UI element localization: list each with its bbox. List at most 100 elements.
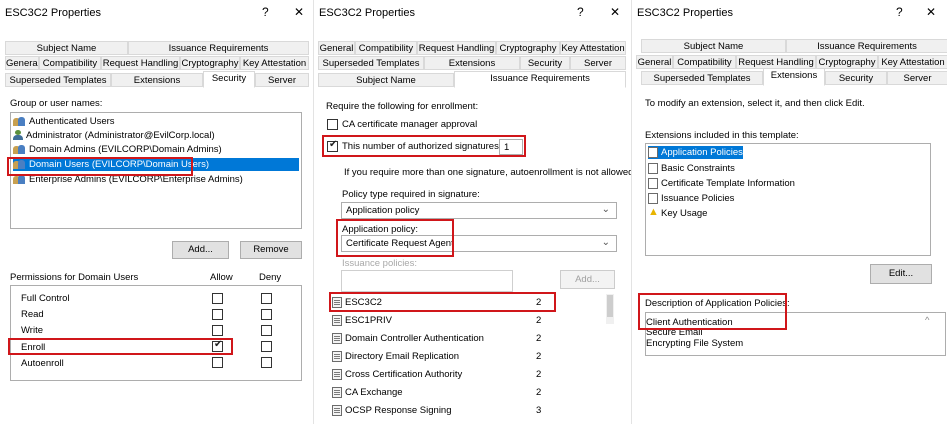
template-item[interactable]: Directory Email Replication — [332, 350, 459, 363]
checkmark-icon: ✔ — [329, 139, 338, 150]
policy-type-select[interactable]: Application policy ⌄ — [341, 202, 617, 219]
deny-checkbox[interactable] — [261, 357, 272, 368]
deny-checkbox[interactable] — [261, 325, 272, 336]
extension-item-selected[interactable]: Application Policies — [648, 146, 743, 159]
help-button[interactable]: ? — [577, 5, 584, 19]
scrollbar-thumb[interactable] — [607, 295, 613, 317]
close-button[interactable]: ✕ — [926, 5, 936, 19]
allow-checkbox[interactable] — [212, 309, 223, 320]
dialog-title: ESC3C2 Properties — [5, 7, 101, 19]
template-item[interactable]: CA Exchange — [332, 386, 403, 399]
scroll-up-icon[interactable]: ^ — [925, 315, 929, 326]
template-icon — [332, 404, 342, 416]
tab-cryptography[interactable]: Cryptography — [816, 55, 878, 69]
tab-key-attestation[interactable]: Key Attestation — [560, 41, 626, 55]
principal-item[interactable]: Domain Admins (EVILCORP\Domain Admins) — [13, 143, 222, 156]
template-item[interactable]: ESC1PRIV — [332, 314, 392, 327]
tab-server[interactable]: Server — [570, 56, 626, 70]
tab-subject-name[interactable]: Subject Name — [5, 41, 128, 55]
principal-item[interactable]: Authenticated Users — [13, 115, 115, 128]
templates-scrollbar[interactable] — [606, 294, 614, 324]
tab-general[interactable]: General — [318, 41, 355, 55]
dialog-title: ESC3C2 Properties — [319, 7, 415, 19]
application-policy-select[interactable]: Certificate Request Agent ⌄ — [341, 235, 617, 252]
extension-item[interactable]: Key Usage — [648, 206, 707, 220]
tab-superseded-templates[interactable]: Superseded Templates — [5, 73, 111, 87]
group-icon — [13, 144, 26, 155]
application-policy-label: Application policy: — [342, 224, 419, 235]
tab-server[interactable]: Server — [255, 73, 309, 87]
permission-name: Autoenroll — [21, 358, 64, 369]
add-policy-button[interactable]: Add... — [560, 270, 615, 289]
tab-compatibility[interactable]: Compatibility — [39, 56, 101, 70]
permission-name: Write — [21, 325, 43, 336]
group-names-label: Group or user names: — [10, 98, 103, 109]
tab-superseded-templates[interactable]: Superseded Templates — [641, 71, 763, 85]
close-button[interactable]: ✕ — [294, 5, 304, 19]
template-item[interactable]: Cross Certification Authority — [332, 368, 462, 381]
extension-item[interactable]: Basic Constraints — [648, 162, 735, 175]
tab-subject-name[interactable]: Subject Name — [318, 73, 454, 87]
tab-general[interactable]: General — [636, 55, 673, 69]
tab-issuance-requirements[interactable]: Issuance Requirements — [128, 41, 309, 55]
tab-key-attestation[interactable]: Key Attestation — [878, 55, 947, 69]
extension-item[interactable]: Certificate Template Information — [648, 177, 795, 190]
principal-item[interactable]: Administrator (Administrator@EvilCorp.lo… — [13, 129, 215, 142]
principal-item-selected[interactable]: Domain Users (EVILCORP\Domain Users) — [13, 158, 299, 171]
allow-checkbox[interactable] — [212, 293, 223, 304]
tab-security[interactable]: Security — [825, 71, 887, 85]
tab-request-handling[interactable]: Request Handling — [417, 41, 496, 55]
tab-extensions[interactable]: Extensions — [424, 56, 520, 70]
add-button[interactable]: Add... — [172, 241, 229, 259]
extensions-list[interactable]: Application Policies Basic Constraints C… — [645, 143, 931, 256]
tab-superseded-templates[interactable]: Superseded Templates — [318, 56, 424, 70]
help-button[interactable]: ? — [896, 5, 903, 19]
templates-list[interactable]: ESC3C2 2 ESC1PRIV 2 Domain Controller Au… — [326, 293, 622, 424]
remove-button[interactable]: Remove — [240, 241, 302, 259]
allow-checkbox[interactable] — [212, 357, 223, 368]
edit-button[interactable]: Edit... — [870, 264, 932, 284]
template-value: 3 — [536, 405, 542, 416]
template-item[interactable]: Domain Controller Authentication — [332, 332, 484, 345]
tab-request-handling[interactable]: Request Handling — [101, 56, 180, 70]
group-icon — [13, 174, 26, 185]
extension-item[interactable]: Issuance Policies — [648, 192, 734, 205]
allow-checkbox[interactable] — [212, 325, 223, 336]
template-item[interactable]: OCSP Response Signing — [332, 404, 452, 417]
extension-icon — [648, 177, 658, 189]
tab-security[interactable]: Security — [520, 56, 570, 70]
instructions-text: To modify an extension, select it, and t… — [645, 98, 865, 109]
deny-checkbox[interactable] — [261, 341, 272, 352]
template-item[interactable]: ESC3C2 — [332, 296, 382, 309]
tab-security[interactable]: Security — [203, 71, 255, 88]
tab-general[interactable]: General — [5, 56, 39, 70]
extension-icon — [648, 146, 658, 158]
template-value: 2 — [536, 387, 542, 398]
deny-checkbox[interactable] — [261, 309, 272, 320]
tab-cryptography[interactable]: Cryptography — [496, 41, 560, 55]
help-button[interactable]: ? — [262, 5, 269, 19]
autoenroll-info: If you require more than one signature, … — [344, 167, 632, 178]
allow-checkbox-checked[interactable]: ✔ — [212, 339, 223, 352]
deny-checkbox[interactable] — [261, 293, 272, 304]
tab-cryptography[interactable]: Cryptography — [180, 56, 240, 70]
signatures-checkbox-checked[interactable]: ✔ — [327, 139, 338, 152]
tab-server[interactable]: Server — [887, 71, 947, 85]
principals-list[interactable]: Authenticated Users Administrator (Admin… — [10, 112, 302, 229]
permission-name: Read — [21, 309, 44, 320]
principal-item[interactable]: Enterprise Admins (EVILCORP\Enterprise A… — [13, 173, 243, 186]
signatures-count-input[interactable]: 1 — [499, 139, 523, 155]
tab-compatibility[interactable]: Compatibility — [673, 55, 736, 69]
template-icon — [332, 314, 342, 326]
tab-subject-name[interactable]: Subject Name — [641, 39, 786, 53]
ca-approval-checkbox[interactable] — [327, 119, 338, 130]
tab-extensions[interactable]: Extensions — [111, 73, 203, 87]
tab-extensions[interactable]: Extensions — [763, 68, 825, 86]
tab-key-attestation[interactable]: Key Attestation — [240, 56, 309, 70]
close-button[interactable]: ✕ — [610, 5, 620, 19]
tab-issuance-requirements[interactable]: Issuance Requirements — [454, 71, 626, 88]
allow-column-header: Allow — [210, 272, 233, 283]
tab-compatibility[interactable]: Compatibility — [355, 41, 417, 55]
tab-issuance-requirements[interactable]: Issuance Requirements — [786, 39, 947, 53]
tab-request-handling[interactable]: Request Handling — [736, 55, 816, 69]
